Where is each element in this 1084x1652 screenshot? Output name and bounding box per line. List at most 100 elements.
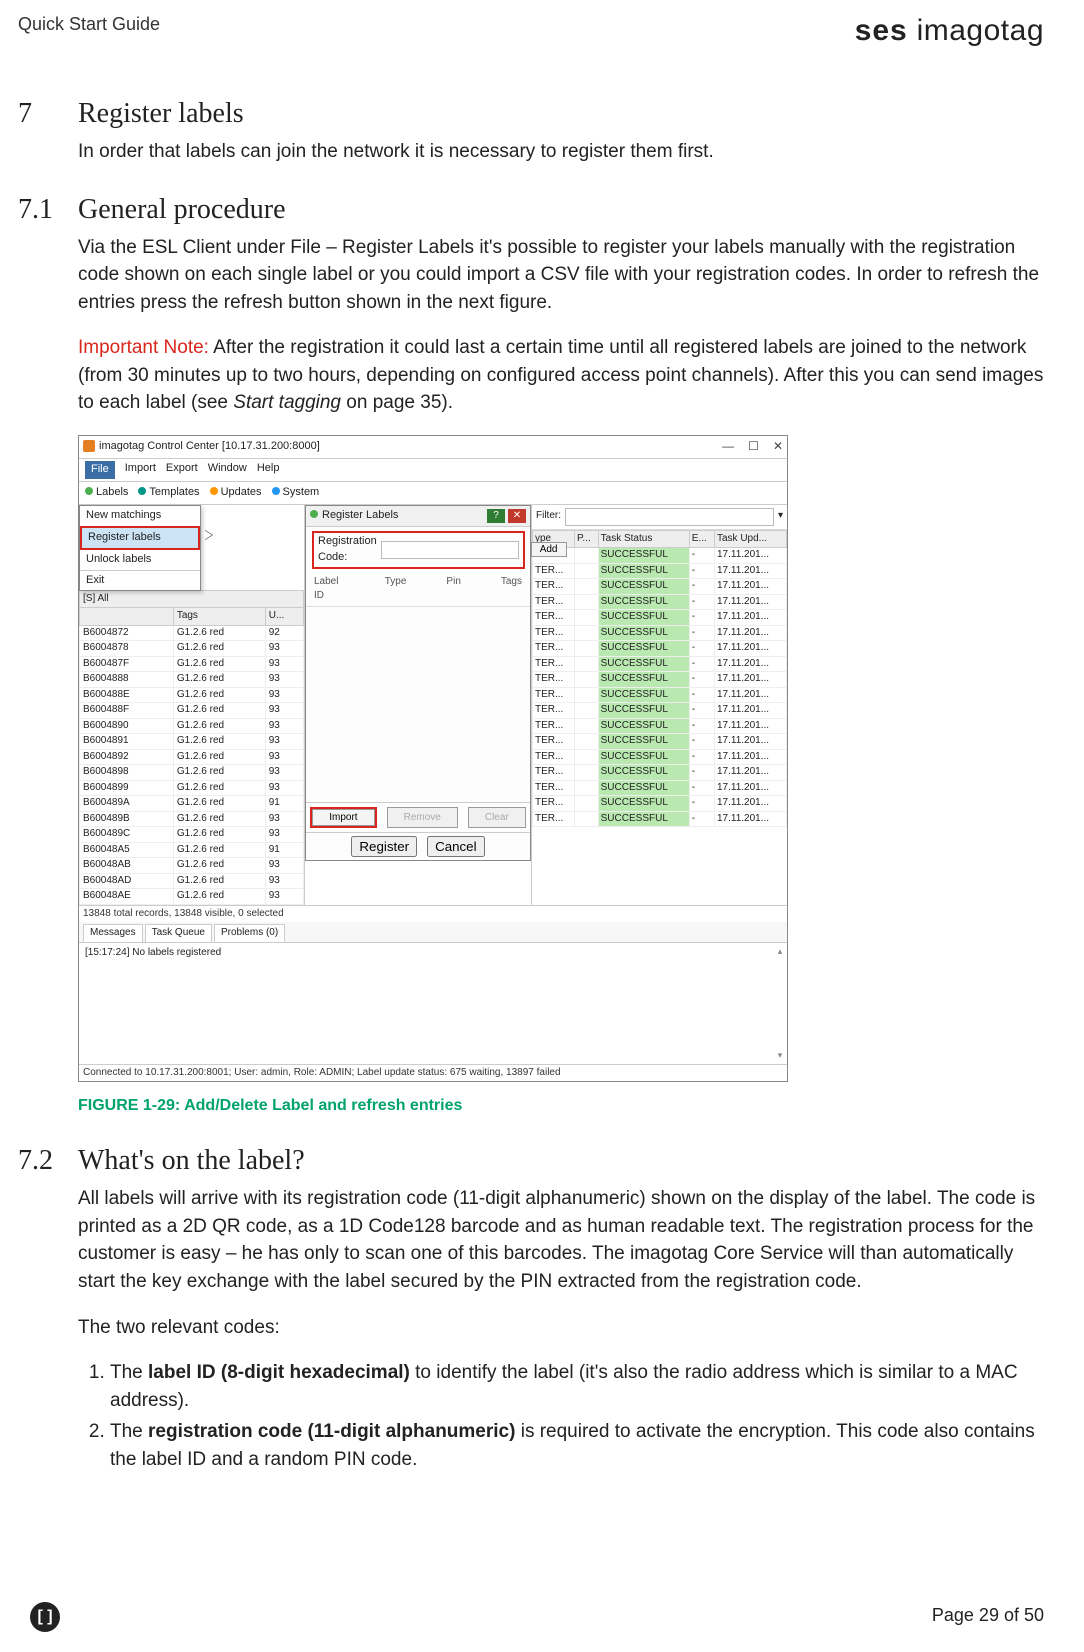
add-button[interactable]: Add — [531, 542, 567, 557]
figure-caption: FIGURE 1-29: Add/Delete Label and refres… — [78, 1094, 1044, 1117]
table-row[interactable]: B600488FG1.2.6 red93 — [80, 703, 304, 719]
table-row[interactable]: TER...SUCCESSFUL-17.11.201... — [533, 718, 787, 734]
remove-button[interactable]: Remove — [387, 807, 458, 828]
menu-file[interactable]: File — [85, 461, 115, 479]
filter-dropdown-icon[interactable]: ▾ — [778, 509, 783, 524]
important-note: Important Note: After the registration i… — [78, 334, 1044, 417]
connection-status: Connected to 10.17.31.200:8001; User: ad… — [79, 1064, 787, 1082]
filter-input[interactable] — [565, 508, 774, 526]
menu-import[interactable]: Import — [125, 461, 156, 479]
labels-table: [S] All Tags U... B6004872G1.2.6 red92B6… — [79, 590, 304, 905]
menu-item-unlock-labels[interactable]: Unlock labels — [80, 550, 200, 570]
cancel-button[interactable]: Cancel — [427, 836, 485, 857]
section-intro: In order that labels can join the networ… — [78, 138, 1044, 166]
menu-help[interactable]: Help — [257, 461, 280, 479]
table-row[interactable]: TER...SUCCESSFUL-17.11.201... — [533, 656, 787, 672]
menu-item-register-labels[interactable]: Register labels — [80, 526, 200, 550]
table-row[interactable]: TER...SUCCESSFUL-17.11.201... — [533, 672, 787, 688]
table-row[interactable]: B600489BG1.2.6 red93 — [80, 811, 304, 827]
table-row[interactable]: TER...SUCCESSFUL-17.11.201... — [533, 734, 787, 750]
table-row[interactable]: B60048ADG1.2.6 red93 — [80, 873, 304, 889]
table-row[interactable]: TER...SUCCESSFUL-17.11.201... — [533, 765, 787, 781]
tab-problems[interactable]: Problems (0) — [214, 924, 285, 942]
registration-code-field: Registration Code: — [312, 531, 525, 569]
section-number: 7 — [18, 98, 78, 130]
maximize-icon[interactable]: ☐ — [748, 438, 759, 455]
dialog-help-icon[interactable]: ? — [487, 509, 505, 523]
menu-item-new-matchings[interactable]: New matchings — [80, 506, 200, 526]
scroll-down-icon[interactable]: ▾ — [778, 1049, 783, 1062]
section-number: 7.2 — [18, 1145, 78, 1177]
table-row[interactable]: B6004898G1.2.6 red93 — [80, 765, 304, 781]
page-number: Page 29 of 50 — [932, 1605, 1044, 1626]
dialog-close-icon[interactable]: ✕ — [508, 509, 526, 523]
paragraph: Via the ESL Client under File – Register… — [78, 234, 1044, 317]
table-row[interactable]: B6004888G1.2.6 red93 — [80, 672, 304, 688]
table-row[interactable]: B6004890G1.2.6 red93 — [80, 718, 304, 734]
register-button[interactable]: Register — [351, 836, 417, 857]
table-row[interactable]: B600489AG1.2.6 red91 — [80, 796, 304, 812]
table-row[interactable]: TER...SUCCESSFUL-17.11.201... — [533, 625, 787, 641]
doc-header-title: Quick Start Guide — [18, 14, 160, 35]
reg-code-input[interactable] — [381, 541, 519, 559]
table-row[interactable]: TER...SUCCESSFUL-17.11.201... — [533, 749, 787, 765]
menubar: File Import Export Window Help — [79, 459, 787, 482]
clear-button[interactable]: Clear — [468, 807, 526, 828]
scroll-up-icon[interactable]: ▴ — [778, 945, 783, 958]
table-row[interactable]: TER...SUCCESSFUL-17.11.201... — [533, 579, 787, 595]
paragraph: All labels will arrive with its registra… — [78, 1185, 1044, 1295]
toolbar-system[interactable]: System — [272, 485, 320, 501]
toolbar-updates[interactable]: Updates — [210, 485, 262, 501]
messages-area: [15:17:24] No labels registered ▴▾ — [79, 943, 787, 1064]
table-row[interactable]: TER...SUCCESSFUL-17.11.201... — [533, 796, 787, 812]
bottom-tabs: Messages Task Queue Problems (0) — [79, 922, 787, 943]
table-row[interactable]: B60048ABG1.2.6 red93 — [80, 858, 304, 874]
minimize-icon[interactable]: — — [722, 438, 734, 455]
table-row[interactable]: TER...SUCCESSFUL-17.11.201... — [533, 641, 787, 657]
register-labels-dialog: Register Labels ? ✕ Registration Code: — [305, 505, 531, 861]
table-row[interactable]: TER...SUCCESSFUL-17.11.201... — [533, 563, 787, 579]
table-row[interactable]: TER...SUCCESSFUL-17.11.201... — [533, 594, 787, 610]
menu-item-exit[interactable]: Exit — [80, 570, 200, 591]
search-field[interactable]: [S] All — [80, 590, 304, 608]
table-row[interactable]: B6004892G1.2.6 red93 — [80, 749, 304, 765]
section-title: General procedure — [78, 194, 286, 226]
records-status: 13848 total records, 13848 visible, 0 se… — [79, 905, 787, 923]
app-icon — [83, 440, 95, 452]
footer-icon: [ ] — [30, 1602, 60, 1632]
list-item: The label ID (8-digit hexadecimal) to id… — [110, 1359, 1044, 1414]
tab-messages[interactable]: Messages — [83, 924, 143, 942]
menu-export[interactable]: Export — [166, 461, 198, 479]
table-row[interactable]: B600488EG1.2.6 red93 — [80, 687, 304, 703]
table-row[interactable]: B6004878G1.2.6 red93 — [80, 641, 304, 657]
table-row[interactable]: TER...SUCCESSFUL-17.11.201... — [533, 687, 787, 703]
table-row[interactable]: B6004872G1.2.6 red92 — [80, 625, 304, 641]
section-title: Register labels — [78, 98, 244, 130]
toolbar-labels[interactable]: Labels — [85, 485, 128, 501]
paragraph: The two relevant codes: — [78, 1314, 1044, 1342]
dialog-columns: Label ID Type Pin Tags — [306, 573, 530, 607]
close-icon[interactable]: ✕ — [773, 438, 783, 455]
table-row[interactable]: TER...SUCCESSFUL-17.11.201... — [533, 703, 787, 719]
menu-window[interactable]: Window — [208, 461, 247, 479]
table-row[interactable]: TER...SUCCESSFUL-17.11.201... — [533, 610, 787, 626]
table-row[interactable]: B60048AEG1.2.6 red93 — [80, 889, 304, 905]
toolbar-templates[interactable]: Templates — [138, 485, 199, 501]
window-title: imagotag Control Center [10.17.31.200:80… — [83, 439, 320, 455]
import-button[interactable]: Import — [312, 809, 374, 826]
table-row[interactable]: B60048A5G1.2.6 red91 — [80, 842, 304, 858]
list-item: The registration code (11-digit alphanum… — [110, 1418, 1044, 1473]
filter-label: Filter: — [536, 509, 561, 524]
table-row[interactable]: TER...SUCCESSFUL-17.11.201... — [533, 548, 787, 564]
section-title: What's on the label? — [78, 1145, 305, 1177]
table-row[interactable]: B600489CG1.2.6 red93 — [80, 827, 304, 843]
tab-task-queue[interactable]: Task Queue — [145, 924, 212, 942]
table-row[interactable]: B6004899G1.2.6 red93 — [80, 780, 304, 796]
table-row[interactable]: TER...SUCCESSFUL-17.11.201... — [533, 811, 787, 827]
brand-logo: ses imagotag — [855, 14, 1044, 48]
toolbar: Labels Templates Updates System — [79, 482, 787, 505]
section-number: 7.1 — [18, 194, 78, 226]
table-row[interactable]: B600487FG1.2.6 red93 — [80, 656, 304, 672]
table-row[interactable]: TER...SUCCESSFUL-17.11.201... — [533, 780, 787, 796]
table-row[interactable]: B6004891G1.2.6 red93 — [80, 734, 304, 750]
